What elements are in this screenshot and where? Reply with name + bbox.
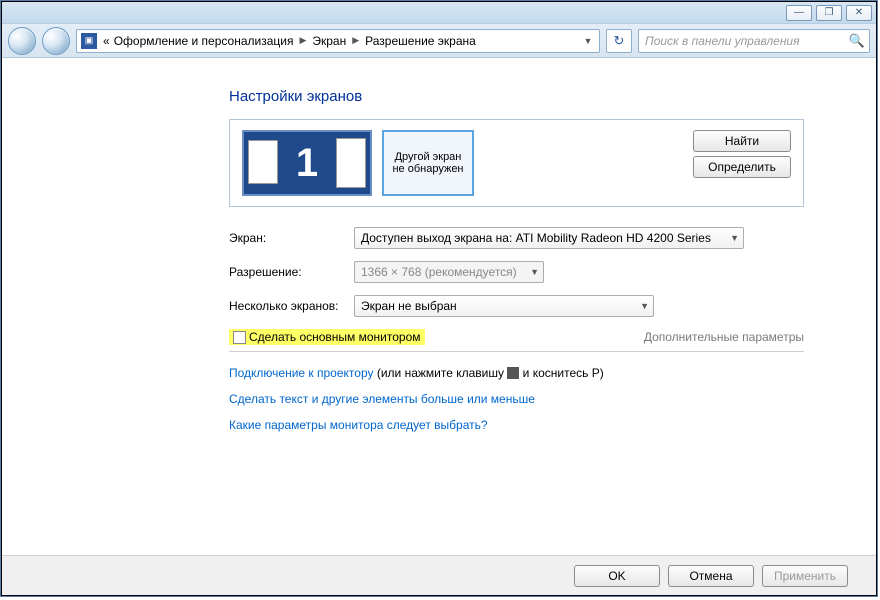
text-size-link[interactable]: Сделать текст и другие элементы больше и… <box>229 392 535 406</box>
back-button[interactable] <box>8 27 36 55</box>
identify-button[interactable]: Определить <box>693 156 791 178</box>
chevron-right-icon: ▶ <box>348 35 363 46</box>
projector-link[interactable]: Подключение к проектору <box>229 366 374 380</box>
chevron-down-icon: ▼ <box>530 267 539 277</box>
chevron-right-icon: ▶ <box>295 35 310 46</box>
search-placeholder: Поиск в панели управления <box>639 34 869 48</box>
apply-button[interactable]: Применить <box>762 565 848 587</box>
breadcrumb-prefix: « <box>101 34 112 48</box>
search-icon: 🔍 <box>849 33 865 49</box>
resolution-dropdown[interactable]: 1366 × 768 (рекомендуется) ▼ <box>354 261 544 283</box>
resolution-dropdown-value: 1366 × 768 (рекомендуется) <box>361 265 517 279</box>
page-title: Настройки экранов <box>229 88 804 105</box>
titlebar: — ❐ ✕ <box>2 2 876 24</box>
make-primary-checkbox[interactable]: Сделать основным монитором <box>229 329 425 345</box>
forward-button[interactable] <box>42 27 70 55</box>
monitor-number: 1 <box>296 141 318 186</box>
projector-hint-pre: (или нажмите клавишу <box>374 366 508 380</box>
checkbox-icon <box>233 331 246 344</box>
resolution-label: Разрешение: <box>229 265 354 279</box>
preview-window-icon <box>248 140 278 184</box>
no-other-screen[interactable]: Другой экран не обнаружен <box>382 130 474 196</box>
make-primary-label: Сделать основным монитором <box>249 330 421 344</box>
control-panel-icon: ▣ <box>81 33 97 49</box>
screen-dropdown[interactable]: Доступен выход экрана на: ATI Mobility R… <box>354 227 744 249</box>
footer-bar: OK Отмена Применить <box>2 555 876 595</box>
projector-hint-post: и коснитесь P) <box>519 366 603 380</box>
find-button[interactable]: Найти <box>693 130 791 152</box>
minimize-button[interactable]: — <box>786 5 812 21</box>
breadcrumb[interactable]: ▣ « Оформление и персонализация ▶ Экран … <box>76 29 600 53</box>
monitor-preview-box: 1 Другой экран не обнаружен Найти Опреде… <box>229 119 804 207</box>
content-area: Настройки экранов 1 Другой экран не обна… <box>2 58 876 555</box>
breadcrumb-seg-appearance[interactable]: Оформление и персонализация <box>112 34 296 48</box>
windows-key-icon <box>507 367 519 379</box>
address-bar-row: ▣ « Оформление и персонализация ▶ Экран … <box>2 24 876 58</box>
screen-dropdown-value: Доступен выход экрана на: ATI Mobility R… <box>361 231 711 245</box>
which-params-link[interactable]: Какие параметры монитора следует выбрать… <box>229 418 488 432</box>
additional-params-link[interactable]: Дополнительные параметры <box>644 330 804 344</box>
multi-label: Несколько экранов: <box>229 299 354 313</box>
chevron-down-icon: ▼ <box>730 233 739 243</box>
maximize-button[interactable]: ❐ <box>816 5 842 21</box>
screen-label: Экран: <box>229 231 354 245</box>
ok-button[interactable]: OK <box>574 565 660 587</box>
multi-screen-dropdown[interactable]: Экран не выбран ▼ <box>354 295 654 317</box>
breadcrumb-dropdown[interactable]: ▼ <box>579 36 597 46</box>
cancel-button[interactable]: Отмена <box>668 565 754 587</box>
multi-screen-value: Экран не выбран <box>361 299 457 313</box>
search-input[interactable]: Поиск в панели управления 🔍 <box>638 29 870 53</box>
monitor-1-preview[interactable]: 1 <box>242 130 372 196</box>
refresh-button[interactable]: ↻ <box>606 29 632 53</box>
breadcrumb-seg-resolution[interactable]: Разрешение экрана <box>363 34 478 48</box>
breadcrumb-seg-screen[interactable]: Экран <box>310 34 348 48</box>
chevron-down-icon: ▼ <box>640 301 649 311</box>
close-button[interactable]: ✕ <box>846 5 872 21</box>
preview-window-icon <box>336 138 366 188</box>
